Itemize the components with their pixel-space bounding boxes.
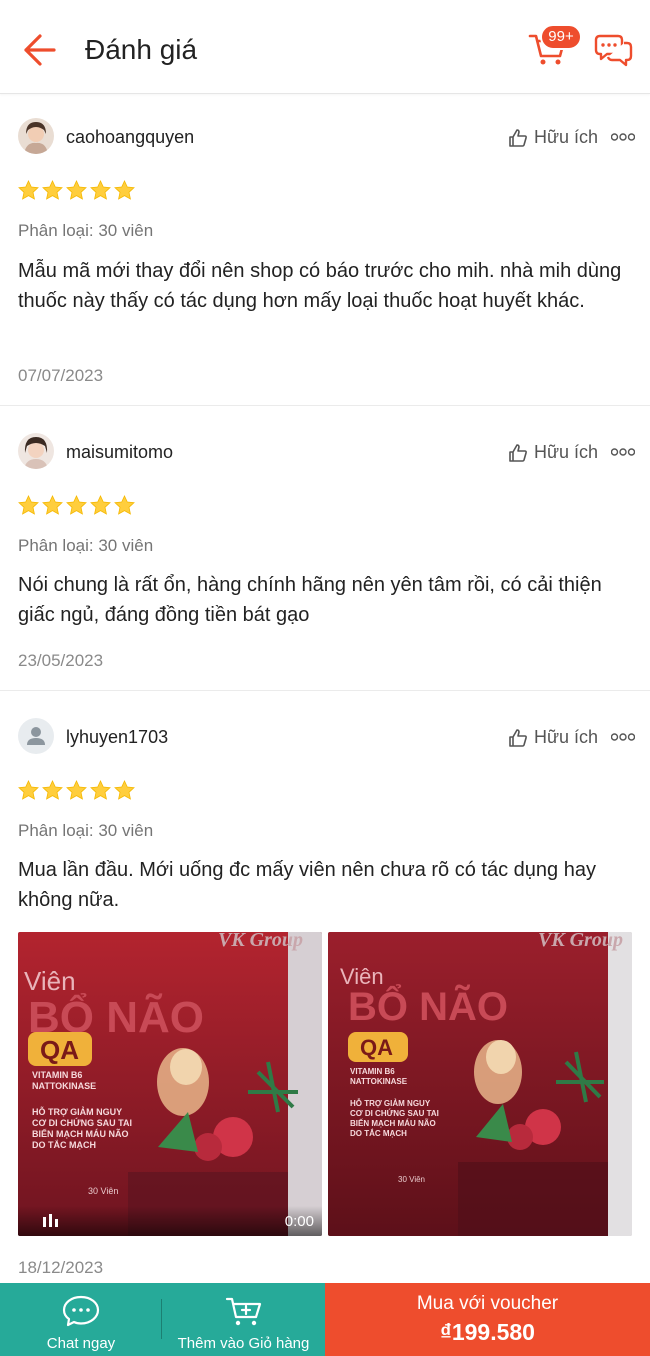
star-rating (18, 780, 135, 801)
product-line1: Viên (24, 966, 76, 996)
product-sub1: VITAMIN B6 (350, 1067, 395, 1076)
star-icon (114, 780, 135, 800)
star-icon (18, 180, 39, 200)
product-claim3: BIẾN MẠCH MÁU NÃO (350, 1118, 436, 1128)
star-icon (66, 495, 87, 515)
chat-now-label: Chat ngay (46, 1335, 116, 1352)
product-sub2: NATTOKINASE (32, 1081, 96, 1091)
back-arrow-icon[interactable] (18, 30, 58, 70)
star-icon (114, 495, 135, 515)
reviewer-username: maisumitomo (66, 442, 174, 462)
star-icon (42, 495, 63, 515)
more-options-icon[interactable] (611, 448, 635, 456)
video-duration: 0:00 (284, 1213, 314, 1230)
product-claim2: CƠ DI CHỨNG SAU TAI (350, 1109, 439, 1118)
star-icon (42, 780, 63, 800)
product-badge: QA (40, 1035, 79, 1065)
cart-count-badge: 99+ (540, 24, 582, 50)
variant-label: Phân loại: 30 viên (18, 821, 154, 840)
product-count: 30 Viên (398, 1175, 425, 1184)
variant-label: Phân loại: 30 viên (18, 536, 154, 555)
buy-with-voucher-label: Mua với voucher (416, 1293, 559, 1314)
star-icon (18, 780, 39, 800)
star-icon (66, 780, 87, 800)
product-claim1: HỖ TRỢ GIẢM NGUY (32, 1106, 122, 1117)
more-options-icon[interactable] (611, 733, 635, 741)
chat-now-button[interactable]: Chat ngay (0, 1283, 162, 1356)
avatar[interactable] (18, 118, 54, 154)
review-comment: Nói chung là rất ổn, hàng chính hãng nên… (18, 574, 602, 626)
brand-logo-text: VK Group (218, 932, 303, 951)
buy-with-voucher-button[interactable]: Mua với voucher ₫199.580 (325, 1283, 650, 1356)
divider (0, 405, 650, 406)
product-claim3: BIẾN MẠCH MÁU NÃO (32, 1129, 129, 1139)
star-icon (66, 180, 87, 200)
buy-price: ₫199.580 (440, 1319, 535, 1345)
product-photo: VK Group Viên BỔ NÃO QA VITAMIN B6 NATTO… (328, 932, 632, 1236)
app-header: Đánh giá 99+ (0, 0, 650, 94)
thumbs-up-icon (509, 128, 527, 147)
helpful-button[interactable]: Hữu ích (508, 442, 598, 463)
video-overlay (18, 1206, 322, 1236)
bottom-action-bar: Chat ngay Thêm vào Giỏ hàng Mua với vouc… (0, 1283, 650, 1356)
chat-icon[interactable] (594, 32, 634, 68)
star-rating (18, 495, 135, 516)
variant-label: Phân loại: 30 viên (18, 221, 154, 240)
review-date: 07/07/2023 (18, 366, 104, 385)
star-icon (90, 180, 111, 200)
chat-bubble-icon (62, 1295, 100, 1327)
review-video[interactable]: VK Group Viên BỔ NÃO QA VITAMIN B6 NATTO… (18, 932, 322, 1236)
product-claim4: DO TẮC MẠCH (32, 1140, 96, 1150)
product-line2: BỔ NÃO (348, 982, 508, 1029)
product-claim1: HỖ TRỢ GIẢM NGUY (350, 1099, 431, 1108)
thumbs-up-icon (509, 728, 527, 747)
star-icon (90, 780, 111, 800)
review-comment: Mẫu mã mới thay đổi nên shop có báo trướ… (18, 260, 622, 312)
add-to-cart-button[interactable]: Thêm vào Giỏ hàng (162, 1283, 325, 1356)
helpful-label: Hữu ích (534, 442, 599, 462)
reviewer-username: caohoangquyen (66, 127, 195, 147)
divider (0, 690, 650, 691)
helpful-button[interactable]: Hữu ích (508, 727, 598, 748)
more-options-icon[interactable] (611, 133, 635, 141)
avatar[interactable] (18, 718, 54, 754)
avatar[interactable] (18, 433, 54, 469)
product-badge: QA (360, 1035, 393, 1060)
star-rating (18, 180, 135, 201)
review-date: 23/05/2023 (18, 651, 104, 670)
helpful-label: Hữu ích (534, 727, 599, 747)
product-photo: VK Group Viên BỔ NÃO QA VITAMIN B6 NATTO… (18, 932, 322, 1236)
product-claim4: DO TẮC MẠCH (350, 1129, 407, 1138)
product-sub1: VITAMIN B6 (32, 1070, 82, 1080)
review-date: 18/12/2023 (18, 1258, 104, 1277)
review-image[interactable]: VK Group Viên BỔ NÃO QA VITAMIN B6 NATTO… (328, 932, 632, 1236)
product-count: 30 Viên (88, 1186, 118, 1196)
review-comment: Mua lần đầu. Mới uống đc mấy viên nên ch… (18, 859, 596, 911)
brand-logo-text: VK Group (538, 932, 623, 951)
helpful-button[interactable]: Hữu ích (508, 127, 598, 148)
star-icon (90, 495, 111, 515)
video-bars-icon (43, 1214, 58, 1227)
star-icon (114, 180, 135, 200)
helpful-label: Hữu ích (534, 127, 599, 147)
thumbs-up-icon (509, 443, 527, 462)
reviewer-username: lyhuyen1703 (66, 727, 169, 747)
star-icon (42, 180, 63, 200)
star-icon (18, 495, 39, 515)
page-title: Đánh giá (85, 34, 198, 65)
product-sub2: NATTOKINASE (350, 1077, 408, 1086)
add-to-cart-icon (225, 1297, 261, 1326)
add-to-cart-label: Thêm vào Giỏ hàng (177, 1335, 310, 1352)
product-claim2: CƠ DI CHỨNG SAU TAI (32, 1117, 132, 1128)
